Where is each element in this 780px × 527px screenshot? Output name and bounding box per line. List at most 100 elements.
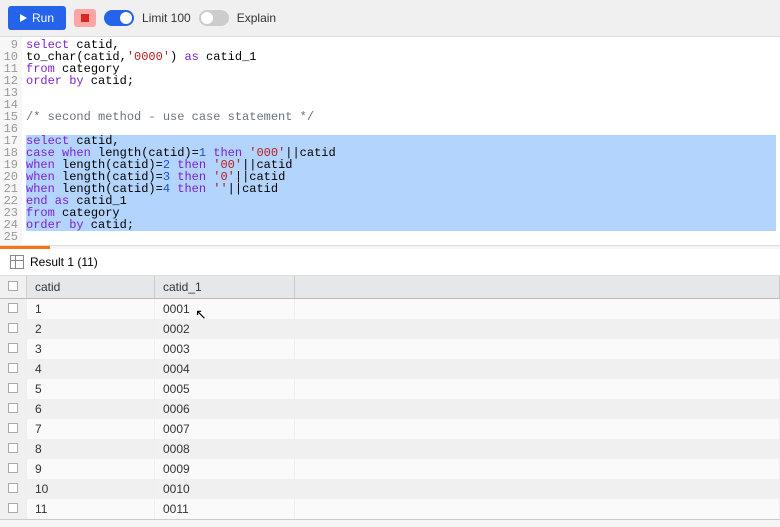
cell-empty [295,459,780,479]
code-line[interactable] [26,123,776,135]
row-checkbox-cell[interactable] [0,399,27,419]
code-line[interactable]: from category [26,63,776,75]
row-checkbox-cell[interactable] [0,319,27,339]
result-table: catid catid_1 10001200023000340004500056… [0,276,780,519]
checkbox-icon [8,383,18,393]
bottom-border [0,519,780,527]
row-checkbox-cell[interactable] [0,299,27,320]
run-label: Run [32,11,54,25]
cell-catid1: 0011 [155,499,295,519]
code-line[interactable]: when length(catid)=4 then ''||catid [26,183,776,195]
cell-empty [295,299,780,320]
play-icon [20,14,27,22]
cell-catid1: 0001 [155,299,295,320]
run-button[interactable]: Run [8,6,66,30]
checkbox-icon [8,403,18,413]
code-line[interactable] [26,87,776,99]
sql-editor[interactable]: 910111213141516171819202122232425 select… [0,37,780,246]
checkbox-icon [8,463,18,473]
row-checkbox-cell[interactable] [0,419,27,439]
cell-catid: 5 [27,379,155,399]
cell-empty [295,499,780,519]
cell-empty [295,439,780,459]
table-row[interactable]: 20002 [0,319,780,339]
cell-catid: 7 [27,419,155,439]
table-row[interactable]: 70007 [0,419,780,439]
row-checkbox-cell[interactable] [0,379,27,399]
cell-catid: 6 [27,399,155,419]
cell-catid: 8 [27,439,155,459]
column-header-empty [295,276,780,299]
column-header[interactable]: catid [27,276,155,299]
checkbox-icon [8,281,18,291]
table-row[interactable]: 110011 [0,499,780,519]
table-row[interactable]: 100010 [0,479,780,499]
cell-empty [295,399,780,419]
cell-catid1: 0005 [155,379,295,399]
checkbox-icon [8,503,18,513]
table-row[interactable]: 40004 [0,359,780,379]
cell-catid1: 0010 [155,479,295,499]
limit-toggle[interactable] [104,10,134,26]
code-line[interactable]: from category [26,207,776,219]
result-tab-label: Result 1 (11) [30,255,98,269]
code-line[interactable]: to_char(catid,'0000') as catid_1 [26,51,776,63]
row-checkbox-cell[interactable] [0,459,27,479]
checkbox-icon [8,483,18,493]
code-line[interactable]: end as catid_1 [26,195,776,207]
explain-toggle[interactable] [199,10,229,26]
row-checkbox-cell[interactable] [0,359,27,379]
checkbox-icon [8,443,18,453]
code-area[interactable]: select catid,to_char(catid,'0000') as ca… [22,37,780,245]
code-line[interactable]: order by catid; [26,219,776,231]
stop-button[interactable] [74,9,96,27]
table-row[interactable]: 50005 [0,379,780,399]
line-number: 25 [0,231,18,243]
checkbox-icon [8,363,18,373]
cell-empty [295,479,780,499]
checkbox-icon [8,423,18,433]
cell-empty [295,359,780,379]
cell-catid: 2 [27,319,155,339]
line-gutter: 910111213141516171819202122232425 [0,37,22,245]
cell-empty [295,319,780,339]
cell-catid1: 0007 [155,419,295,439]
cell-catid1: 0006 [155,399,295,419]
table-row[interactable]: 80008 [0,439,780,459]
cell-catid: 4 [27,359,155,379]
checkbox-icon [8,303,18,313]
table-row[interactable]: 10001 [0,299,780,320]
result-tab[interactable]: Result 1 (11) [0,249,780,276]
checkbox-icon [8,343,18,353]
cell-catid1: 0002 [155,319,295,339]
cell-catid: 1 [27,299,155,320]
toolbar: Run Limit 100 Explain [0,0,780,37]
row-checkbox-cell[interactable] [0,339,27,359]
cell-catid: 11 [27,499,155,519]
cell-catid1: 0008 [155,439,295,459]
select-all-header[interactable] [0,276,27,299]
code-line[interactable] [26,231,776,243]
table-icon [10,255,24,269]
row-checkbox-cell[interactable] [0,479,27,499]
stop-icon [81,14,89,22]
cell-empty [295,419,780,439]
checkbox-icon [8,323,18,333]
table-row[interactable]: 90009 [0,459,780,479]
code-line[interactable]: order by catid; [26,75,776,87]
table-row[interactable]: 30003 [0,339,780,359]
cell-empty [295,339,780,359]
row-checkbox-cell[interactable] [0,439,27,459]
row-checkbox-cell[interactable] [0,499,27,519]
cell-empty [295,379,780,399]
column-header[interactable]: catid_1 [155,276,295,299]
cell-catid: 9 [27,459,155,479]
explain-label: Explain [237,11,276,25]
cell-catid1: 0009 [155,459,295,479]
limit-label: Limit 100 [142,11,191,25]
cell-catid1: 0003 [155,339,295,359]
table-row[interactable]: 60006 [0,399,780,419]
cell-catid: 3 [27,339,155,359]
cell-catid: 10 [27,479,155,499]
code-line[interactable]: /* second method - use case statement */ [26,111,776,123]
